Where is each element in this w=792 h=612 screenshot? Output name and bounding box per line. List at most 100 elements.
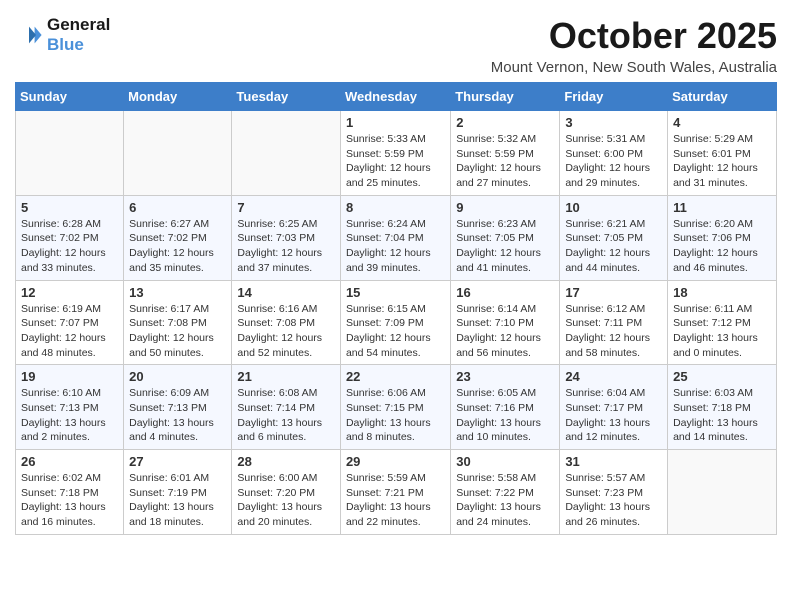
day-number: 28	[237, 454, 335, 469]
calendar-cell: 11Sunrise: 6:20 AM Sunset: 7:06 PM Dayli…	[668, 195, 777, 280]
day-info: Sunrise: 6:28 AM Sunset: 7:02 PM Dayligh…	[21, 217, 118, 276]
day-info: Sunrise: 6:08 AM Sunset: 7:14 PM Dayligh…	[237, 386, 335, 445]
calendar-cell: 21 Sunrise: 6:08 AM Sunset: 7:14 PM Dayli…	[232, 365, 341, 450]
day-info: Sunrise: 6:15 AM Sunset: 7:09 PM Dayligh…	[346, 302, 445, 361]
day-number: 17	[565, 285, 662, 300]
calendar-cell: 13 Sunrise: 6:17 AM Sunset: 7:08 PM Dayli…	[124, 280, 232, 365]
calendar-cell: 12 Sunrise: 6:19 AM Sunset: 7:07 PM Dayli…	[16, 280, 124, 365]
day-number: 11	[673, 200, 771, 215]
day-info: Sunrise: 6:00 AM Sunset: 7:20 PM Dayligh…	[237, 471, 335, 530]
week-row-5: 26 Sunrise: 6:02 AM Sunset: 7:18 PM Dayli…	[16, 450, 777, 535]
page-header: General Blue October 2025 Mount Vernon, …	[15, 15, 777, 76]
day-number: 20	[129, 369, 226, 384]
calendar-table: SundayMondayTuesdayWednesdayThursdayFrid…	[15, 82, 777, 535]
day-number: 13	[129, 285, 226, 300]
calendar-cell: 26 Sunrise: 6:02 AM Sunset: 7:18 PM Dayli…	[16, 450, 124, 535]
day-info: Sunrise: 6:06 AM Sunset: 7:15 PM Dayligh…	[346, 386, 445, 445]
day-number: 2	[456, 115, 554, 130]
day-info: Sunrise: 6:24 AM Sunset: 7:04 PM Dayligh…	[346, 217, 445, 276]
day-number: 27	[129, 454, 226, 469]
logo: General Blue	[15, 15, 110, 54]
day-number: 1	[346, 115, 445, 130]
day-number: 6	[129, 200, 226, 215]
weekday-header-saturday: Saturday	[668, 83, 777, 111]
day-info: Sunrise: 6:17 AM Sunset: 7:08 PM Dayligh…	[129, 302, 226, 361]
calendar-cell: 23 Sunrise: 6:05 AM Sunset: 7:16 PM Dayli…	[451, 365, 560, 450]
day-info: Sunrise: 5:57 AM Sunset: 7:23 PM Dayligh…	[565, 471, 662, 530]
calendar-cell: 20 Sunrise: 6:09 AM Sunset: 7:13 PM Dayli…	[124, 365, 232, 450]
day-number: 19	[21, 369, 118, 384]
day-info: Sunrise: 6:10 AM Sunset: 7:13 PM Dayligh…	[21, 386, 118, 445]
day-info: Sunrise: 5:58 AM Sunset: 7:22 PM Dayligh…	[456, 471, 554, 530]
weekday-header-tuesday: Tuesday	[232, 83, 341, 111]
day-number: 23	[456, 369, 554, 384]
location-title: Mount Vernon, New South Wales, Australia	[491, 59, 777, 76]
calendar-cell: 5Sunrise: 6:28 AM Sunset: 7:02 PM Daylig…	[16, 195, 124, 280]
day-number: 15	[346, 285, 445, 300]
day-number: 12	[21, 285, 118, 300]
day-info: Sunrise: 6:09 AM Sunset: 7:13 PM Dayligh…	[129, 386, 226, 445]
day-number: 3	[565, 115, 662, 130]
calendar-cell: 8 Sunrise: 6:24 AM Sunset: 7:04 PM Daylig…	[340, 195, 450, 280]
week-row-3: 12 Sunrise: 6:19 AM Sunset: 7:07 PM Dayli…	[16, 280, 777, 365]
day-number: 22	[346, 369, 445, 384]
day-info: Sunrise: 6:04 AM Sunset: 7:17 PM Dayligh…	[565, 386, 662, 445]
calendar-cell: 22 Sunrise: 6:06 AM Sunset: 7:15 PM Dayli…	[340, 365, 450, 450]
calendar-cell	[16, 111, 124, 196]
day-info: Sunrise: 5:32 AM Sunset: 5:59 PM Dayligh…	[456, 132, 554, 191]
calendar-cell	[232, 111, 341, 196]
day-info: Sunrise: 6:05 AM Sunset: 7:16 PM Dayligh…	[456, 386, 554, 445]
calendar-cell: 7 Sunrise: 6:25 AM Sunset: 7:03 PM Daylig…	[232, 195, 341, 280]
day-info: Sunrise: 5:29 AM Sunset: 6:01 PM Dayligh…	[673, 132, 771, 191]
day-number: 7	[237, 200, 335, 215]
weekday-header-row: SundayMondayTuesdayWednesdayThursdayFrid…	[16, 83, 777, 111]
month-title: October 2025	[491, 15, 777, 57]
title-area: October 2025 Mount Vernon, New South Wal…	[491, 15, 777, 76]
weekday-header-wednesday: Wednesday	[340, 83, 450, 111]
day-info: Sunrise: 6:12 AM Sunset: 7:11 PM Dayligh…	[565, 302, 662, 361]
week-row-4: 19 Sunrise: 6:10 AM Sunset: 7:13 PM Dayli…	[16, 365, 777, 450]
day-number: 21	[237, 369, 335, 384]
day-number: 14	[237, 285, 335, 300]
week-row-2: 5Sunrise: 6:28 AM Sunset: 7:02 PM Daylig…	[16, 195, 777, 280]
day-number: 9	[456, 200, 554, 215]
day-info: Sunrise: 6:14 AM Sunset: 7:10 PM Dayligh…	[456, 302, 554, 361]
calendar-cell: 9 Sunrise: 6:23 AM Sunset: 7:05 PM Daylig…	[451, 195, 560, 280]
calendar-cell: 10Sunrise: 6:21 AM Sunset: 7:05 PM Dayli…	[560, 195, 668, 280]
day-number: 31	[565, 454, 662, 469]
day-info: Sunrise: 6:02 AM Sunset: 7:18 PM Dayligh…	[21, 471, 118, 530]
day-info: Sunrise: 6:25 AM Sunset: 7:03 PM Dayligh…	[237, 217, 335, 276]
calendar-cell: 27 Sunrise: 6:01 AM Sunset: 7:19 PM Dayli…	[124, 450, 232, 535]
day-number: 30	[456, 454, 554, 469]
calendar-cell: 25Sunrise: 6:03 AM Sunset: 7:18 PM Dayli…	[668, 365, 777, 450]
calendar-cell: 18 Sunrise: 6:11 AM Sunset: 7:12 PM Dayli…	[668, 280, 777, 365]
weekday-header-sunday: Sunday	[16, 83, 124, 111]
day-info: Sunrise: 6:01 AM Sunset: 7:19 PM Dayligh…	[129, 471, 226, 530]
calendar-cell: 1 Sunrise: 5:33 AM Sunset: 5:59 PM Daylig…	[340, 111, 450, 196]
calendar-cell: 3 Sunrise: 5:31 AM Sunset: 6:00 PM Daylig…	[560, 111, 668, 196]
week-row-1: 1 Sunrise: 5:33 AM Sunset: 5:59 PM Daylig…	[16, 111, 777, 196]
day-info: Sunrise: 6:27 AM Sunset: 7:02 PM Dayligh…	[129, 217, 226, 276]
calendar-cell: 2 Sunrise: 5:32 AM Sunset: 5:59 PM Daylig…	[451, 111, 560, 196]
calendar-cell	[124, 111, 232, 196]
day-number: 18	[673, 285, 771, 300]
day-info: Sunrise: 6:19 AM Sunset: 7:07 PM Dayligh…	[21, 302, 118, 361]
day-number: 16	[456, 285, 554, 300]
day-number: 8	[346, 200, 445, 215]
calendar-cell: 30 Sunrise: 5:58 AM Sunset: 7:22 PM Dayli…	[451, 450, 560, 535]
calendar-cell: 29Sunrise: 5:59 AM Sunset: 7:21 PM Dayli…	[340, 450, 450, 535]
calendar-cell: 14Sunrise: 6:16 AM Sunset: 7:08 PM Dayli…	[232, 280, 341, 365]
calendar-cell: 28 Sunrise: 6:00 AM Sunset: 7:20 PM Dayli…	[232, 450, 341, 535]
calendar-cell: 17 Sunrise: 6:12 AM Sunset: 7:11 PM Dayli…	[560, 280, 668, 365]
calendar-cell	[668, 450, 777, 535]
day-info: Sunrise: 5:31 AM Sunset: 6:00 PM Dayligh…	[565, 132, 662, 191]
day-number: 26	[21, 454, 118, 469]
logo-icon	[15, 21, 43, 49]
calendar-cell: 24Sunrise: 6:04 AM Sunset: 7:17 PM Dayli…	[560, 365, 668, 450]
day-info: Sunrise: 6:11 AM Sunset: 7:12 PM Dayligh…	[673, 302, 771, 361]
day-info: Sunrise: 6:23 AM Sunset: 7:05 PM Dayligh…	[456, 217, 554, 276]
day-number: 29	[346, 454, 445, 469]
calendar-cell: 16 Sunrise: 6:14 AM Sunset: 7:10 PM Dayli…	[451, 280, 560, 365]
weekday-header-thursday: Thursday	[451, 83, 560, 111]
day-info: Sunrise: 5:33 AM Sunset: 5:59 PM Dayligh…	[346, 132, 445, 191]
